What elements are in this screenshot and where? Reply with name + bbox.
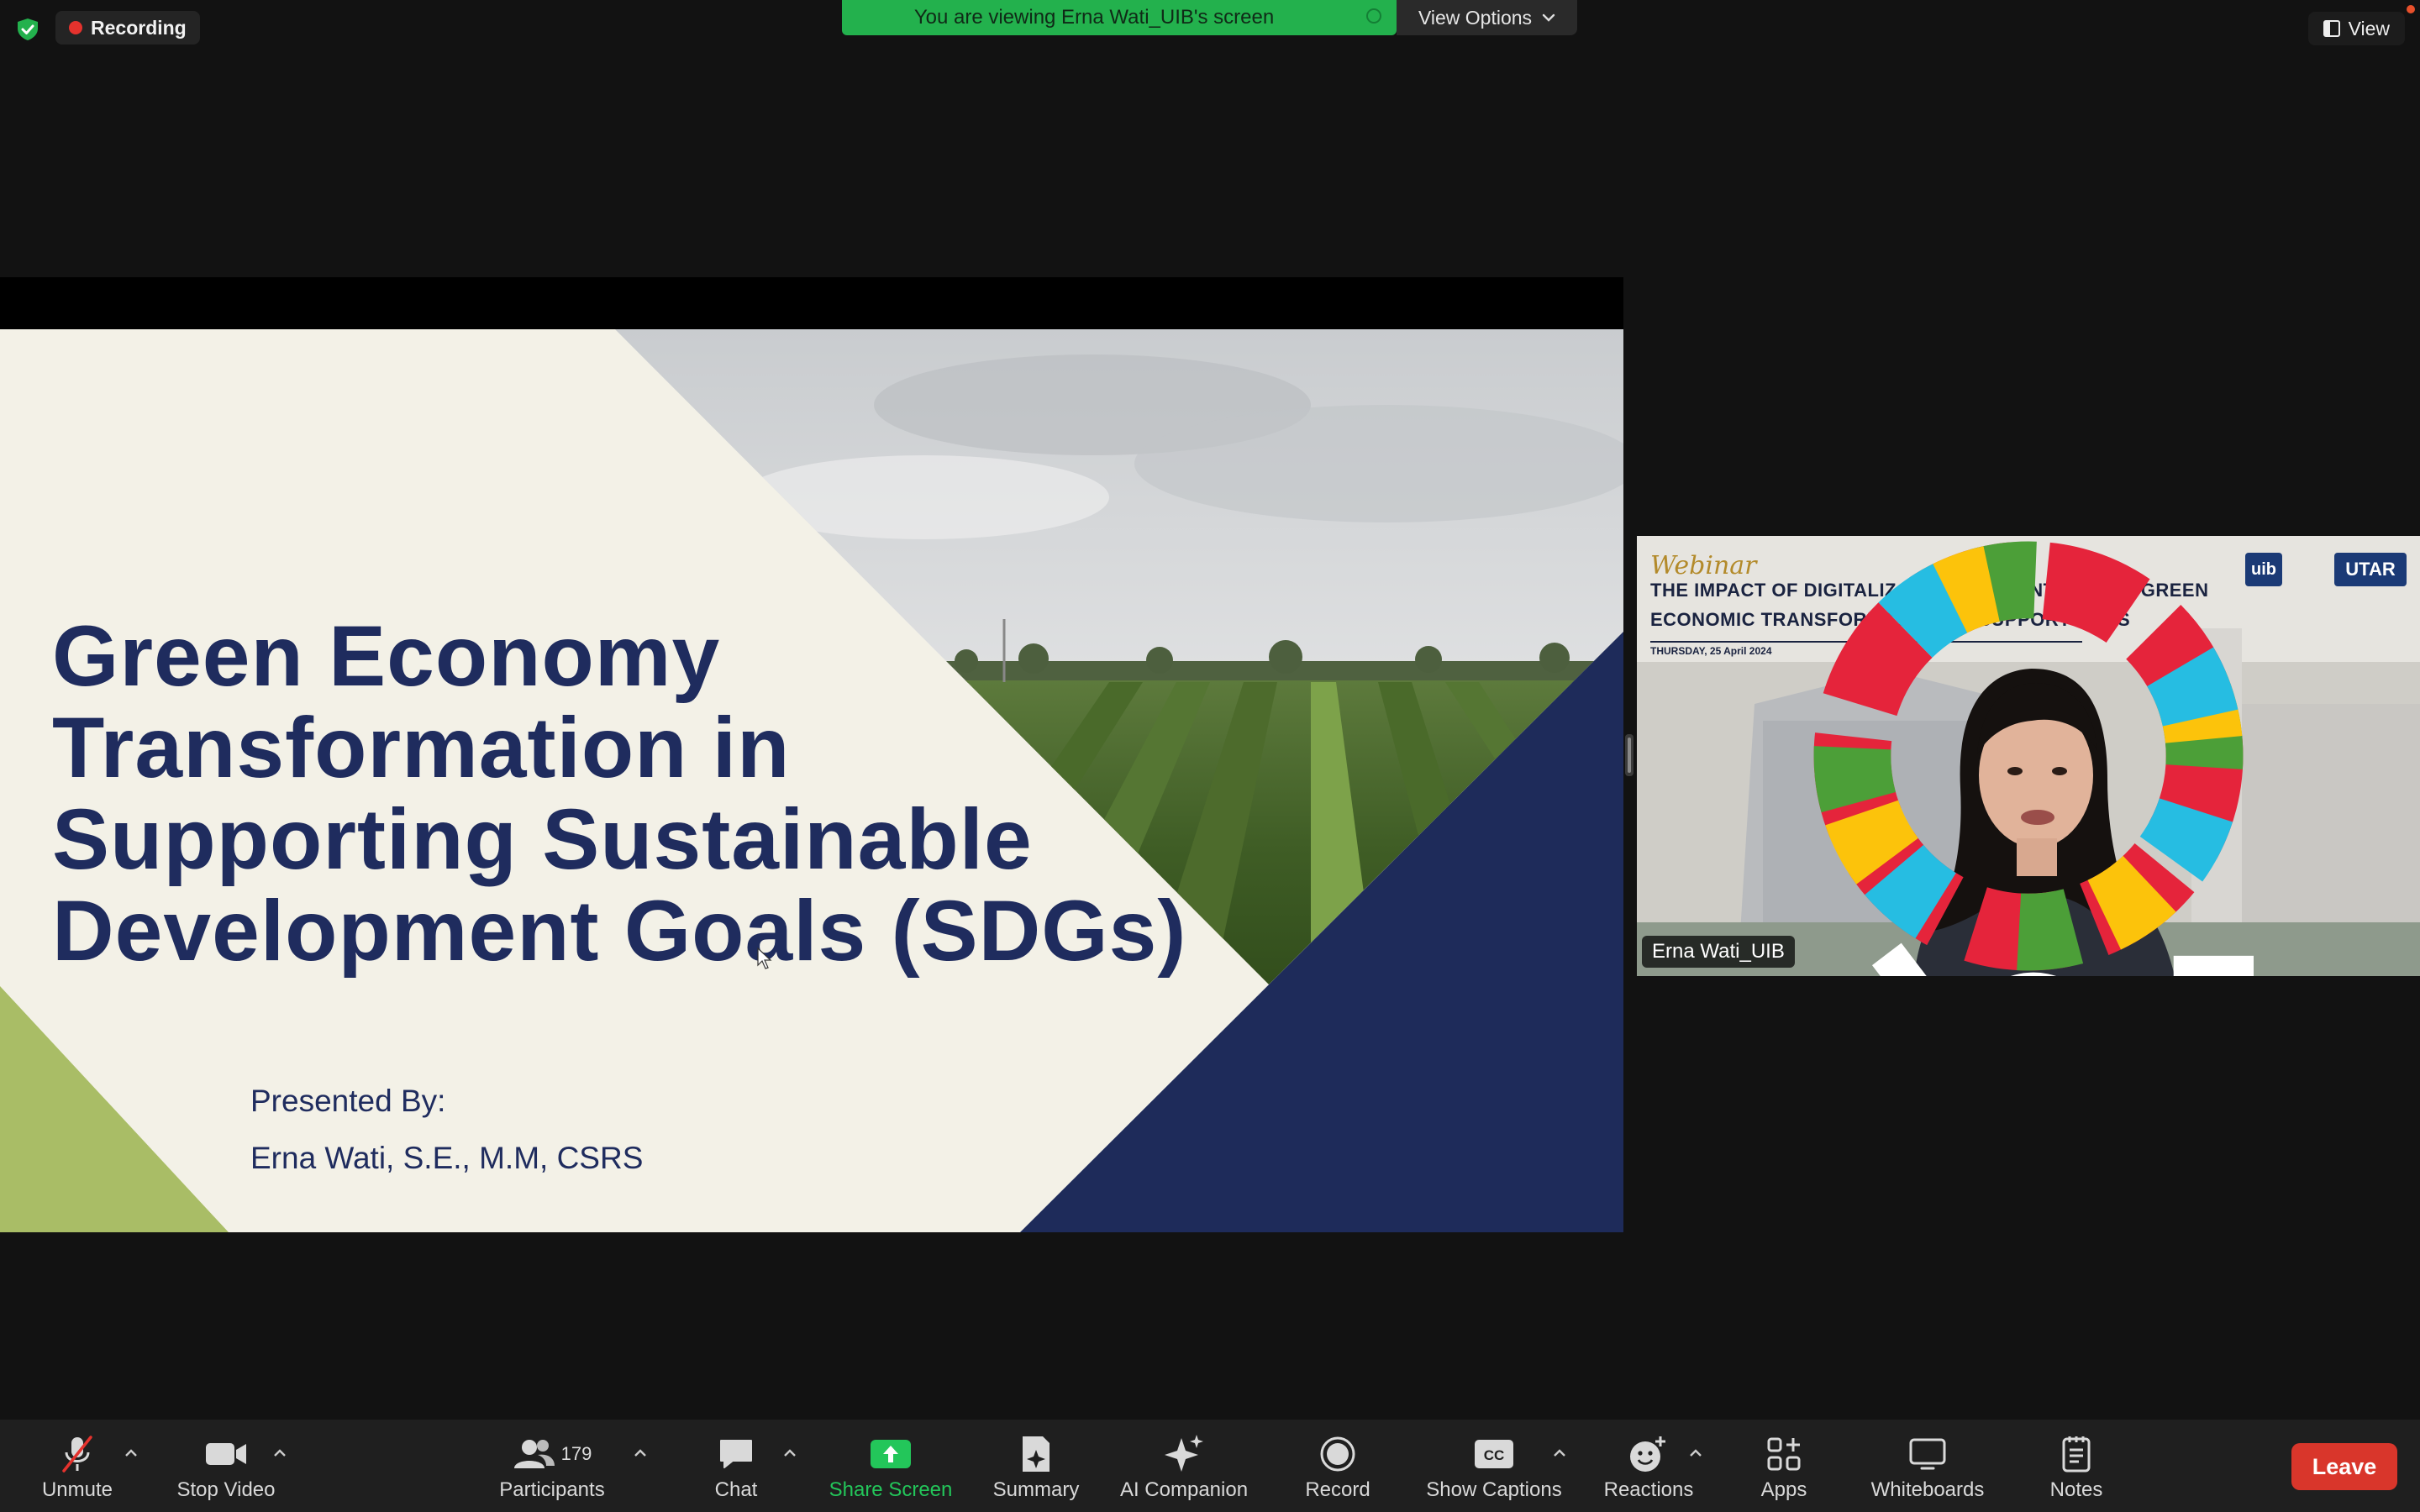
apps-button[interactable]: Apps bbox=[1749, 1420, 1818, 1512]
reactions-options-chevron-icon[interactable] bbox=[1687, 1445, 1704, 1462]
view-layout-icon bbox=[2323, 20, 2340, 37]
whiteboards-button[interactable]: Whiteboards bbox=[1860, 1420, 1995, 1512]
presented-by-label: Presented By: bbox=[250, 1084, 446, 1118]
chat-options-chevron-icon[interactable] bbox=[781, 1445, 798, 1462]
recording-indicator[interactable]: Recording bbox=[55, 11, 200, 45]
muted-mic-icon bbox=[1871, 942, 2057, 976]
viewing-banner-text: You are viewing Erna Wati_UIB's screen bbox=[913, 6, 1275, 29]
sdg-wheel-logo bbox=[1813, 541, 2244, 971]
slide-title-line: Supporting Sustainable bbox=[52, 791, 1033, 887]
record-button[interactable]: Record bbox=[1296, 1420, 1380, 1512]
chevron-down-icon bbox=[1542, 13, 1555, 22]
participants-label: Participants bbox=[499, 1478, 605, 1501]
slide-title: Green Economy Transformation in Supporti… bbox=[52, 611, 1228, 977]
show-captions-button[interactable]: CC Show Captions bbox=[1420, 1420, 1568, 1512]
unmute-label: Unmute bbox=[41, 1478, 113, 1501]
notes-button[interactable]: Notes bbox=[2039, 1420, 2114, 1512]
notes-label: Notes bbox=[2049, 1478, 2103, 1501]
summary-button[interactable]: Summary bbox=[985, 1420, 1087, 1512]
view-options-button[interactable]: View Options bbox=[1397, 0, 1577, 35]
audio-options-chevron-icon[interactable] bbox=[123, 1445, 139, 1462]
muted-microphone-icon bbox=[62, 1436, 92, 1473]
ai-companion-label: AI Companion bbox=[1119, 1478, 1249, 1501]
slide-title-line: Transformation in bbox=[52, 700, 791, 795]
mouse-cursor-icon bbox=[757, 947, 772, 969]
svg-text:CC: CC bbox=[1484, 1447, 1505, 1463]
show-captions-label: Show Captions bbox=[1426, 1478, 1562, 1501]
meeting-toolbar: Unmute Stop Video 179 Participants Chat … bbox=[0, 1420, 2420, 1512]
reactions-button[interactable]: Reactions bbox=[1598, 1420, 1699, 1512]
stop-video-label: Stop Video bbox=[176, 1478, 276, 1501]
view-button[interactable]: View bbox=[2307, 12, 2405, 45]
video-camera-icon bbox=[206, 1443, 246, 1465]
reactions-smiley-icon bbox=[1630, 1436, 1665, 1472]
view-options-label: View Options bbox=[1418, 6, 1533, 29]
share-screen-button[interactable]: Share Screen bbox=[823, 1420, 958, 1512]
closed-captions-icon: CC bbox=[1475, 1440, 1513, 1468]
whiteboards-label: Whiteboards bbox=[1870, 1478, 1985, 1501]
recording-dot-icon bbox=[69, 21, 82, 34]
shared-screen[interactable]: Green Economy Transformation in Supporti… bbox=[0, 277, 1623, 1232]
presentation-slide: Green Economy Transformation in Supporti… bbox=[0, 329, 1623, 1232]
recording-label: Recording bbox=[91, 16, 187, 39]
share-screen-label: Share Screen bbox=[829, 1478, 953, 1501]
reactions-label: Reactions bbox=[1603, 1478, 1694, 1501]
participants-count: 179 bbox=[560, 1443, 592, 1464]
status-circle-icon bbox=[1366, 8, 1381, 24]
video-options-chevron-icon[interactable] bbox=[271, 1445, 288, 1462]
ai-companion-button[interactable]: AI Companion bbox=[1111, 1420, 1257, 1512]
notes-icon bbox=[2062, 1436, 2091, 1473]
unmute-button[interactable]: Unmute bbox=[34, 1420, 121, 1512]
record-label: Record bbox=[1305, 1478, 1370, 1501]
participant-video-tile[interactable]: Webinar THE IMPACT OF DIGITALIZATION ACC… bbox=[1637, 536, 2420, 976]
participants-icon bbox=[513, 1440, 555, 1468]
participant-name-tag: Erna Wati_UIB bbox=[1642, 936, 2254, 976]
participants-button[interactable]: 179 Participants bbox=[491, 1420, 613, 1512]
record-icon bbox=[1320, 1436, 1355, 1472]
slide-title-line: Green Economy bbox=[52, 608, 721, 704]
presenter-name: Erna Wati, S.E., M.M, CSRS bbox=[250, 1141, 644, 1175]
notification-dot bbox=[2407, 5, 2415, 13]
viewing-screen-banner: You are viewing Erna Wati_UIB's screen bbox=[842, 0, 1397, 35]
share-screen-icon bbox=[871, 1440, 911, 1468]
leave-button[interactable]: Leave bbox=[2291, 1443, 2397, 1490]
ai-sparkle-icon bbox=[1165, 1435, 1203, 1472]
panel-resize-handle[interactable] bbox=[1625, 734, 1634, 776]
view-label: View bbox=[2348, 17, 2390, 39]
stop-video-button[interactable]: Stop Video bbox=[171, 1420, 281, 1512]
slide-title-line: Development Goals (SDGs) bbox=[52, 883, 1187, 979]
captions-options-chevron-icon[interactable] bbox=[1551, 1445, 1568, 1462]
summary-label: Summary bbox=[992, 1478, 1080, 1501]
apps-grid-icon bbox=[1767, 1437, 1801, 1471]
participants-options-chevron-icon[interactable] bbox=[632, 1445, 649, 1462]
utar-logo: UTAR bbox=[2334, 553, 2407, 586]
chat-button[interactable]: Chat bbox=[706, 1420, 766, 1512]
chat-bubble-icon bbox=[720, 1440, 752, 1468]
chat-label: Chat bbox=[714, 1478, 758, 1501]
summary-document-icon bbox=[1023, 1436, 1050, 1472]
security-shield-icon[interactable] bbox=[15, 17, 40, 42]
apps-label: Apps bbox=[1760, 1478, 1807, 1501]
whiteboard-icon bbox=[1909, 1438, 1946, 1470]
